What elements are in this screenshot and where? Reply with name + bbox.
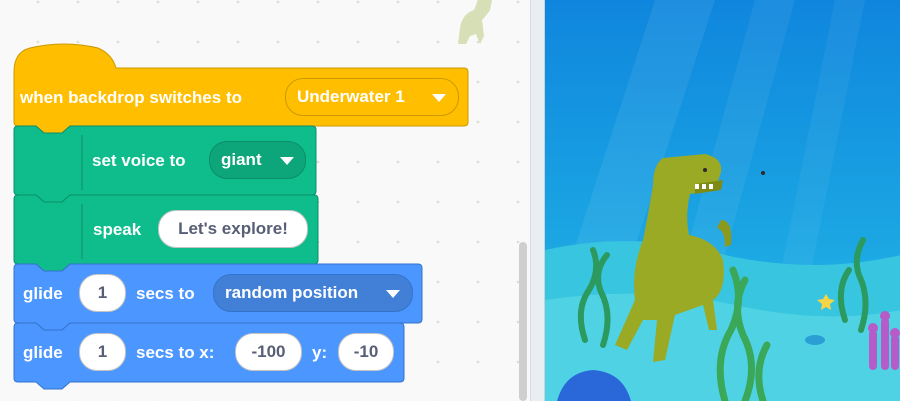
glide-secs-input[interactable]: 1 — [79, 274, 126, 312]
y-label: y: — [312, 343, 328, 362]
panel-divider — [530, 0, 545, 401]
chevron-down-icon — [280, 157, 294, 165]
glide-y-input[interactable]: -10 — [338, 333, 394, 371]
voice-dropdown[interactable]: giant — [209, 141, 306, 179]
voice-dropdown-value: giant — [221, 150, 262, 169]
glide-xy-secs-input[interactable]: 1 — [79, 333, 126, 371]
hat-block-label: when backdrop switches to — [20, 88, 242, 107]
glide-target-dropdown[interactable]: random position — [213, 274, 413, 312]
stage[interactable] — [544, 0, 900, 401]
glide-x-input[interactable]: -100 — [235, 333, 302, 371]
code-area-scrollbar[interactable] — [519, 242, 527, 401]
glide-label: glide — [23, 284, 63, 303]
chevron-down-icon — [386, 290, 400, 298]
set-voice-label: set voice to — [92, 151, 186, 170]
chevron-down-icon — [432, 94, 446, 102]
backdrop-dropdown[interactable]: Underwater 1 — [285, 78, 459, 116]
speak-text-input[interactable]: Let's explore! — [158, 210, 308, 248]
underwater-backdrop — [545, 0, 900, 401]
code-area[interactable]: when backdrop switches to Underwater 1 s… — [0, 0, 530, 401]
secs-to-label: secs to — [136, 284, 195, 303]
glide-label: glide — [23, 343, 63, 362]
backdrop-dropdown-value: Underwater 1 — [297, 87, 405, 106]
speak-label: speak — [93, 220, 142, 239]
secs-to-x-label: secs to x: — [136, 343, 215, 362]
glide-target-dropdown-value: random position — [225, 283, 359, 302]
